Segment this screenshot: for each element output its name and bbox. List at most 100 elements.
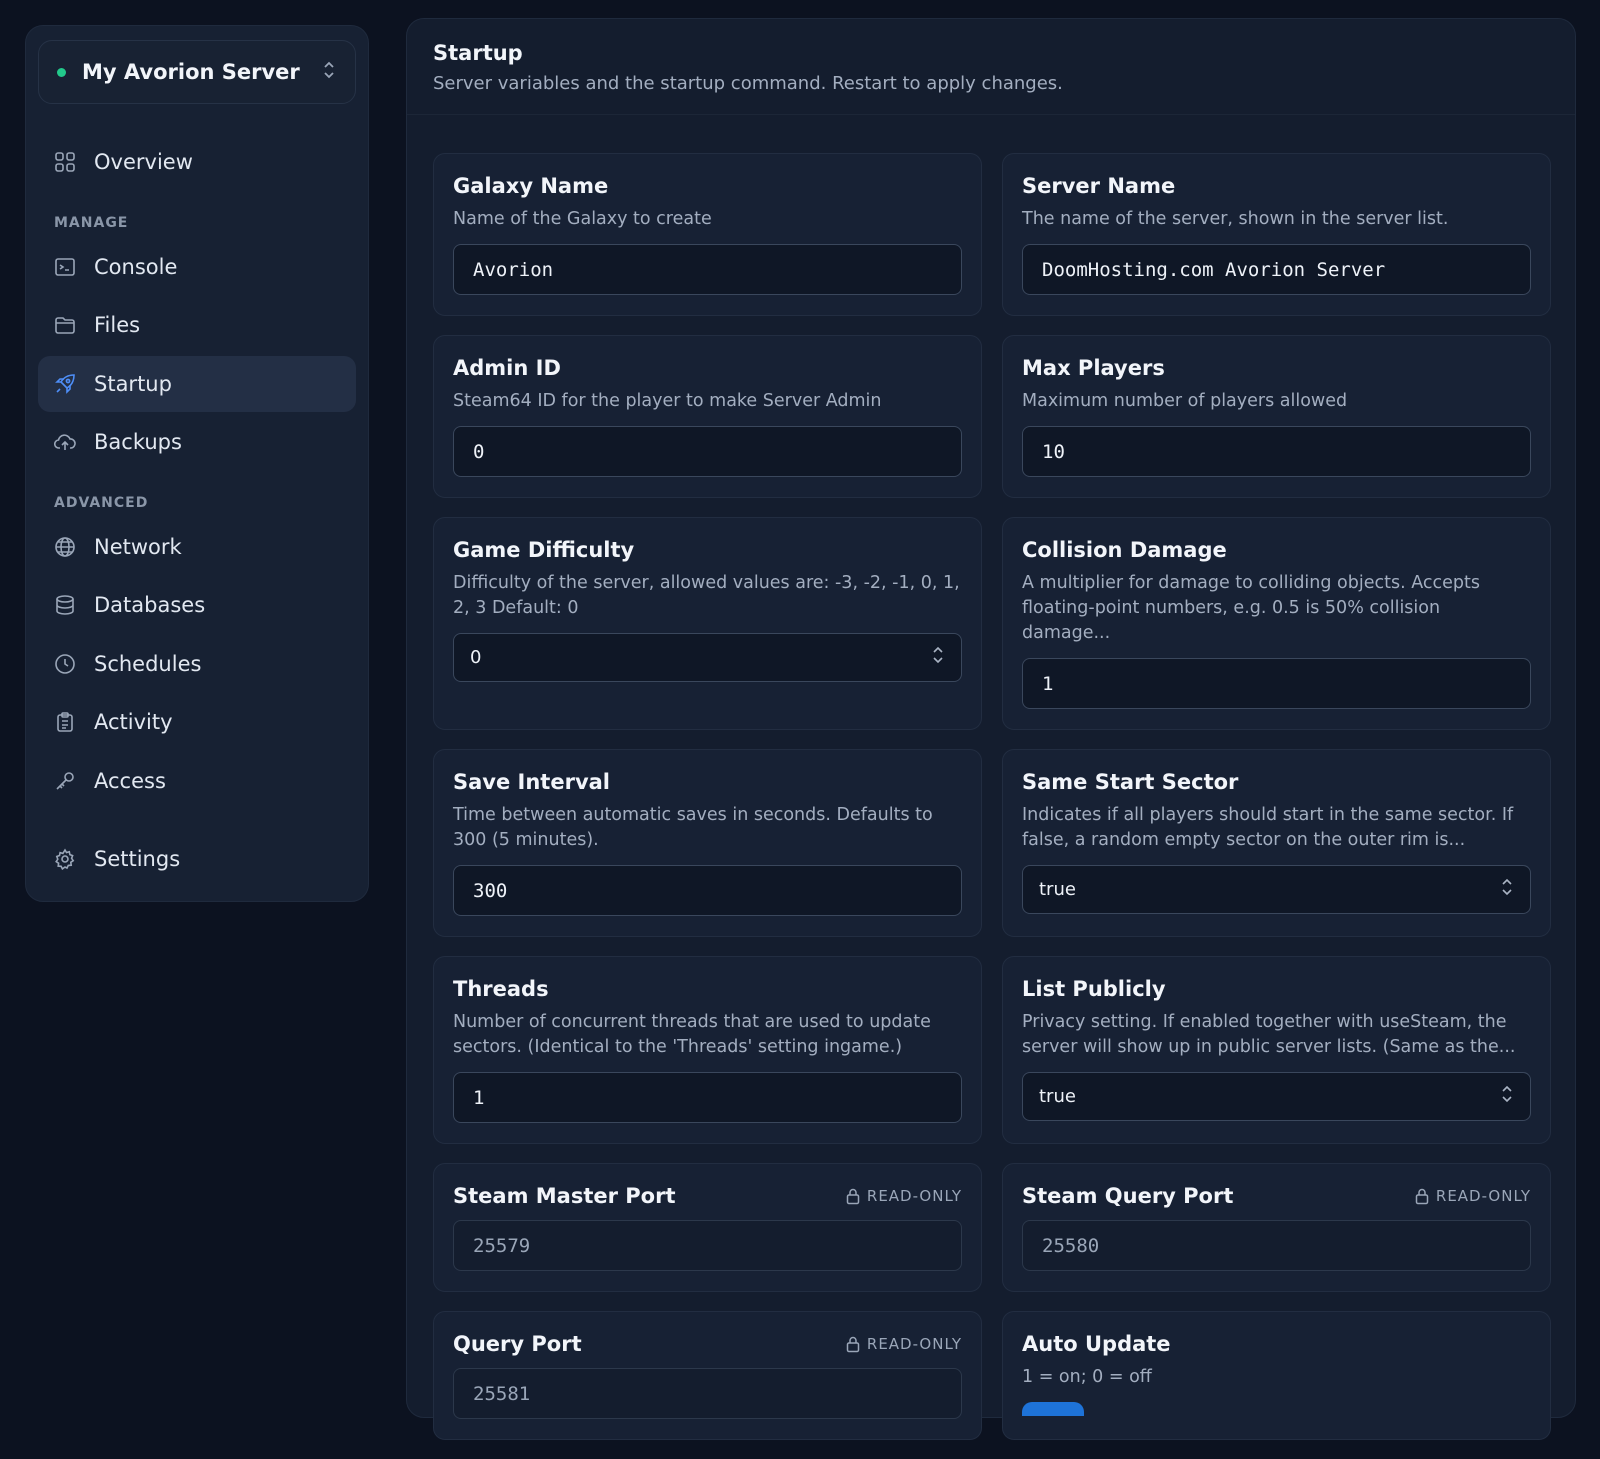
variable-title: Threads xyxy=(453,977,549,1001)
sidebar-item-databases[interactable]: Databases xyxy=(38,577,356,633)
sidebar-item-schedules[interactable]: Schedules xyxy=(38,636,356,692)
panel-header: Startup Server variables and the startup… xyxy=(407,19,1575,115)
sidebar-item-settings[interactable]: Settings xyxy=(38,831,356,887)
sidebar-item-network[interactable]: Network xyxy=(38,519,356,575)
variable-description: Time between automatic saves in seconds.… xyxy=(453,805,933,850)
select-value: true xyxy=(1039,1086,1076,1107)
variable-description: The name of the server, shown in the ser… xyxy=(1022,209,1449,229)
variable-title: Max Players xyxy=(1022,356,1165,380)
game-difficulty-select[interactable]: 0 xyxy=(453,633,962,682)
variable-card-server-name: Server Name The name of the server, show… xyxy=(1002,153,1551,316)
variables-grid: Galaxy Name Name of the Galaxy to create… xyxy=(433,153,1551,1459)
lock-icon xyxy=(846,1336,860,1352)
sidebar: My Avorion Server Overview MANAGE Consol… xyxy=(25,25,369,902)
sidebar-item-label: Schedules xyxy=(94,651,202,676)
select-value: true xyxy=(1039,879,1076,900)
variable-description: Maximum number of players allowed xyxy=(1022,391,1348,411)
sidebar-item-label: Overview xyxy=(94,150,193,174)
sidebar-item-backups[interactable]: Backups xyxy=(38,414,356,470)
variable-title: List Publicly xyxy=(1022,977,1166,1001)
steam-master-port-input: 25579 xyxy=(453,1220,962,1271)
variable-description: Number of concurrent threads that are us… xyxy=(453,1012,931,1057)
read-only-badge: READ-ONLY xyxy=(1415,1187,1531,1205)
section-manage: MANAGE xyxy=(54,214,129,231)
variable-description: Indicates if all players should start in… xyxy=(1022,805,1514,850)
sidebar-item-overview[interactable]: Overview xyxy=(38,134,356,190)
terminal-icon xyxy=(54,256,76,278)
query-port-input: 25581 xyxy=(453,1368,962,1419)
variable-title: Same Start Sector xyxy=(1022,770,1239,794)
chevron-up-down-icon xyxy=(321,59,337,85)
gear-icon xyxy=(54,848,76,870)
variable-card-list-publicly: List Publicly Privacy setting. If enable… xyxy=(1002,956,1551,1144)
same-start-sector-select[interactable]: true xyxy=(1022,865,1531,914)
sidebar-item-label: Access xyxy=(94,768,166,793)
status-dot xyxy=(57,67,66,77)
read-only-badge: READ-ONLY xyxy=(846,1335,962,1353)
sidebar-item-label: Console xyxy=(94,254,178,279)
variable-description: Privacy setting. If enabled together wit… xyxy=(1022,1012,1516,1057)
variable-card-steam-master-port: Steam Master Port READ-ONLY 25579 xyxy=(433,1163,982,1292)
chevron-up-down-icon xyxy=(1500,1084,1514,1109)
variable-card-game-difficulty: Game Difficulty Difficulty of the server… xyxy=(433,517,982,730)
list-publicly-select[interactable]: true xyxy=(1022,1072,1531,1121)
variable-description: A multiplier for damage to colliding obj… xyxy=(1022,573,1480,643)
variable-card-save-interval: Save Interval Time between automatic sav… xyxy=(433,749,982,937)
sidebar-item-label: Settings xyxy=(94,847,181,871)
startup-panel: Startup Server variables and the startup… xyxy=(406,18,1576,1440)
sidebar-item-label: Startup xyxy=(94,371,172,396)
key-icon xyxy=(54,770,76,792)
variable-title: Admin ID xyxy=(453,356,561,380)
save-interval-input[interactable]: 300 xyxy=(453,865,962,916)
variable-title: Query Port xyxy=(453,1332,582,1356)
server-name-input[interactable]: DoomHosting.com Avorion Server xyxy=(1022,244,1531,295)
rocket-icon xyxy=(54,373,76,395)
sidebar-item-label: Databases xyxy=(94,593,206,617)
variable-description: Name of the Galaxy to create xyxy=(453,209,712,229)
max-players-input[interactable]: 10 xyxy=(1022,426,1531,477)
sidebar-item-access[interactable]: Access xyxy=(38,753,356,809)
variable-title: Galaxy Name xyxy=(453,174,609,198)
read-only-badge: READ-ONLY xyxy=(846,1187,962,1205)
lock-icon xyxy=(846,1188,860,1204)
database-icon xyxy=(54,594,76,616)
variable-description: Steam64 ID for the player to make Server… xyxy=(453,391,882,411)
threads-input[interactable]: 1 xyxy=(453,1072,962,1123)
variable-card-steam-query-port: Steam Query Port READ-ONLY 25580 xyxy=(1002,1163,1551,1292)
variable-title: Save Interval xyxy=(453,770,610,794)
steam-query-port-input: 25580 xyxy=(1022,1220,1531,1271)
chevron-up-down-icon xyxy=(1500,877,1514,902)
lock-icon xyxy=(1415,1188,1429,1204)
variable-title: Steam Master Port xyxy=(453,1184,676,1208)
server-name: My Avorion Server xyxy=(82,60,300,84)
sidebar-item-label: Backups xyxy=(94,430,182,454)
variable-title: Server Name xyxy=(1022,174,1176,198)
section-advanced: ADVANCED xyxy=(54,494,149,511)
page-subtitle: Server variables and the startup command… xyxy=(433,73,1063,94)
variable-description: 1 = on; 0 = off xyxy=(1022,1367,1152,1387)
sidebar-item-startup[interactable]: Startup xyxy=(38,355,356,412)
sidebar-nav: Overview MANAGE Console Files Startup Ba… xyxy=(38,134,356,887)
folder-icon xyxy=(54,314,76,336)
variable-card-galaxy-name: Galaxy Name Name of the Galaxy to create… xyxy=(433,153,982,316)
variable-title: Auto Update xyxy=(1022,1332,1171,1356)
globe-icon xyxy=(54,536,76,558)
galaxy-name-input[interactable]: Avorion xyxy=(453,244,962,295)
page-title: Startup xyxy=(433,41,523,65)
variable-description: Difficulty of the server, allowed values… xyxy=(453,573,960,618)
variable-title: Collision Damage xyxy=(1022,538,1227,562)
variable-card-collision-damage: Collision Damage A multiplier for damage… xyxy=(1002,517,1551,730)
sidebar-item-activity[interactable]: Activity xyxy=(38,694,356,750)
auto-update-toggle[interactable] xyxy=(1022,1402,1084,1416)
chevron-up-down-icon xyxy=(931,645,945,670)
sidebar-item-label: Activity xyxy=(94,710,173,734)
variable-title: Steam Query Port xyxy=(1022,1184,1234,1208)
sidebar-item-label: Network xyxy=(94,534,182,559)
admin-id-input[interactable]: 0 xyxy=(453,426,962,477)
sidebar-item-console[interactable]: Console xyxy=(38,239,356,295)
sidebar-item-files[interactable]: Files xyxy=(38,297,356,353)
variable-card-auto-update: Auto Update 1 = on; 0 = off xyxy=(1002,1311,1551,1440)
collision-damage-input[interactable]: 1 xyxy=(1022,658,1531,709)
server-switcher[interactable]: My Avorion Server xyxy=(38,40,356,104)
select-value: 0 xyxy=(470,647,482,668)
